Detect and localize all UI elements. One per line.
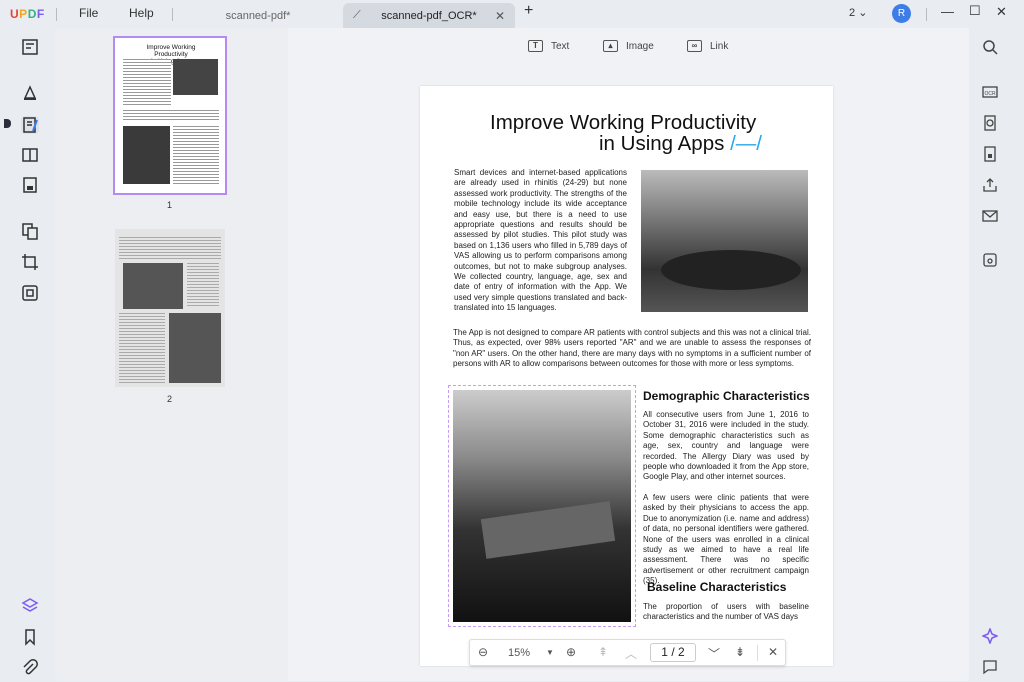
office-photo[interactable] [641,170,808,312]
text-tool-label: Text [551,40,570,52]
paragraph-demographic-2[interactable]: A few users were clinic patients that we… [643,493,809,587]
heading-baseline[interactable]: Baseline Characteristics [647,580,786,594]
text-icon: T [528,40,543,52]
add-link-tool[interactable]: ∞ Link [687,40,728,52]
email-icon[interactable] [982,208,998,224]
search-icon[interactable] [982,39,998,55]
tab-label: scanned-pdf_OCR* [381,9,477,22]
thumbnail-number: 1 [167,200,173,210]
tab-scanned-pdf[interactable]: scanned-pdf* [178,3,338,28]
photo-table-shape [661,250,801,290]
organize-pages-icon[interactable] [21,222,39,240]
thumbnail-photo [169,313,221,383]
thumbnail-text-block [123,59,171,107]
thumbnail-photo [123,126,170,184]
app-logo: UPDF [10,7,45,21]
edit-pdf-icon[interactable] [21,116,39,134]
image-icon: ▴ [603,40,618,52]
layers-icon[interactable] [21,597,39,615]
thumbnail-page-2[interactable] [115,229,225,387]
panel-toggle-handle[interactable] [4,119,11,128]
zoom-in-icon[interactable]: ⊕ [566,645,576,659]
previous-page-icon[interactable]: ︿ [625,645,637,662]
heading-demographic[interactable]: Demographic Characteristics [643,389,810,403]
page-number-box[interactable]: 1 / 2 [650,643,696,662]
chevron-down-icon: ⌄ [858,7,868,19]
window-count-label: 2 [849,7,856,19]
zoom-out-icon[interactable]: ⊖ [478,645,488,659]
meeting-photo[interactable] [453,390,631,622]
selected-image-frame[interactable] [448,385,636,627]
paragraph-app[interactable]: The App is not designed to compare AR pa… [453,328,811,370]
divider [926,8,927,21]
share-icon[interactable] [982,177,998,193]
menu-file[interactable]: File [79,6,98,20]
last-page-icon[interactable]: ⇟ [735,645,745,659]
minimize-button[interactable]: — [941,4,954,19]
thumbnail-page-1[interactable]: Improve Working Productivity in Using App… [113,36,227,195]
zoom-dropdown-icon[interactable]: ▼ [546,648,554,657]
paragraph-intro[interactable]: Smart devices and internet-based applica… [454,168,627,314]
total-pages: 2 [678,645,685,659]
thumbnail-text-block [119,237,221,259]
zoom-bar: ⊖ 15% ▼ ⊕ ⇞ ︿ 1 / 2 ﹀ ⇟ ✕ [469,639,786,666]
thumbnail-text-block [123,110,219,122]
current-page: 1 [661,645,668,659]
ai-assistant-icon[interactable] [980,626,1000,646]
reader-icon[interactable] [21,38,39,56]
save-icon[interactable] [982,252,998,268]
ocr-tab-icon: ⟋ [353,9,361,21]
thumbnail-number: 2 [167,394,173,404]
thumbnail-photo [123,263,183,309]
link-tool-label: Link [710,40,729,52]
tab-scanned-pdf-ocr[interactable]: ⟋ scanned-pdf_OCR* ✕ [343,3,515,28]
form-icon[interactable] [21,176,39,194]
first-page-icon[interactable]: ⇞ [598,645,608,659]
title-bar: UPDF File Help scanned-pdf* ⟋ scanned-pd… [0,0,1024,28]
page-layout-icon[interactable] [21,146,39,164]
page-title-line2[interactable]: in Using Apps /—/ [599,133,762,154]
thumbnail-panel: Improve Working Productivity in Using App… [55,28,288,681]
divider [56,8,57,21]
protect-icon[interactable] [982,146,998,162]
add-image-tool[interactable]: ▴ Image [603,40,654,52]
thumbnail-photo [173,59,218,95]
maximize-button[interactable]: ☐ [969,3,981,19]
crop-icon[interactable] [21,253,39,271]
convert-icon[interactable] [982,115,998,131]
attachment-icon[interactable] [21,659,39,677]
next-page-icon[interactable]: ﹀ [708,645,720,662]
avatar[interactable]: R [892,4,911,23]
thumbnail-text-block [173,126,219,184]
close-window-button[interactable]: ✕ [996,4,1007,20]
page-separator: / [671,645,675,659]
page-title-line1[interactable]: Improve Working Productivity [490,112,756,133]
comment-icon[interactable] [21,84,39,102]
bookmark-icon[interactable] [21,628,39,646]
zoom-level[interactable]: 15% [508,647,530,659]
link-icon: ∞ [687,40,702,52]
photo-laptop-shape [480,501,616,559]
window-count[interactable]: 2 ⌄ [849,6,867,19]
comment-panel-icon[interactable] [982,659,998,675]
paragraph-baseline[interactable]: The proportion of users with baseline ch… [643,602,809,623]
add-text-tool[interactable]: T Text [528,40,569,52]
close-zoom-bar-icon[interactable]: ✕ [768,645,778,659]
compress-icon[interactable] [21,284,39,302]
svg-text:OCR: OCR [984,91,996,97]
image-tool-label: Image [626,40,654,52]
divider [172,8,173,21]
close-tab-icon[interactable]: ✕ [495,9,505,23]
pdf-page: Improve Working Productivity in Using Ap… [420,86,833,666]
thumbnail-text-block [187,263,219,307]
title-text: in Using Apps [599,132,725,155]
title-mark: /—/ [730,132,762,155]
paragraph-demographic-1[interactable]: All consecutive users from June 1, 2016 … [643,410,809,483]
tab-label: scanned-pdf* [225,9,291,22]
thumbnail-text-block [119,313,165,383]
new-tab-button[interactable]: + [524,2,533,20]
menu-help[interactable]: Help [129,6,154,20]
ocr-icon[interactable]: OCR [982,84,998,100]
divider [757,645,758,661]
